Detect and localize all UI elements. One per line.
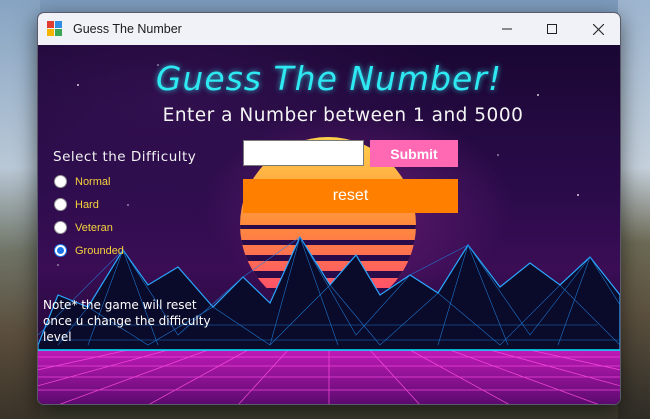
difficulty-option-label: Normal [75, 175, 111, 188]
difficulty-option-label: Veteran [75, 221, 113, 234]
close-icon [592, 23, 604, 35]
difficulty-option-veteran[interactable]: Veteran [54, 221, 113, 234]
difficulty-option-label: Hard [75, 198, 99, 211]
desktop-background-right [618, 0, 650, 419]
maximize-button[interactable] [529, 13, 575, 45]
submit-button[interactable]: Submit [370, 140, 458, 167]
window-title: Guess The Number [73, 22, 182, 36]
game-title: Guess The Number! [155, 59, 503, 98]
radio-button[interactable] [54, 221, 67, 234]
minimize-icon [502, 28, 512, 30]
title-bar[interactable]: Guess The Number [38, 13, 620, 45]
app-grid-icon [47, 21, 63, 37]
synthwave-background [38, 64, 620, 404]
minimize-button[interactable] [484, 13, 530, 45]
desktop-background-left [0, 0, 40, 419]
difficulty-option-normal[interactable]: Normal [54, 175, 110, 188]
reset-note: Note* the game will reset once u change … [43, 298, 211, 344]
reset-button[interactable]: reset [243, 179, 458, 213]
instruction-text: Enter a Number between 1 and 5000 [162, 105, 524, 126]
difficulty-option-label: Grounded [75, 244, 124, 257]
difficulty-label: Select the Difficulty [53, 149, 197, 165]
difficulty-option-hard[interactable]: Hard [54, 198, 99, 211]
app-window: Guess The Number Guess The Number! Enter… [37, 12, 621, 405]
guess-input[interactable] [243, 140, 364, 166]
radio-button[interactable] [54, 175, 67, 188]
difficulty-option-grounded[interactable]: Grounded [54, 244, 124, 257]
radio-button[interactable] [54, 198, 67, 211]
game-panel: Guess The Number! Enter a Number between… [38, 45, 620, 404]
radio-button-selected[interactable] [54, 244, 67, 257]
close-button[interactable] [575, 13, 620, 45]
maximize-icon [547, 24, 557, 34]
